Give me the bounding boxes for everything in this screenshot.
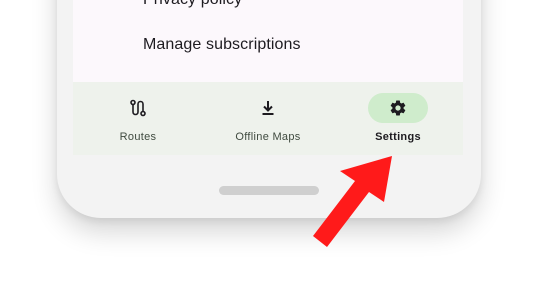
app-screen: Privacy policy Manage subscriptions Rout… — [73, 0, 463, 155]
nav-indicator — [238, 93, 298, 123]
list-item-partial[interactable]: Privacy policy — [143, 0, 242, 9]
nav-label-offline-maps: Offline Maps — [235, 131, 301, 143]
nav-indicator-active — [368, 93, 428, 123]
manage-subscriptions-item[interactable]: Manage subscriptions — [143, 36, 301, 54]
download-icon — [262, 101, 274, 115]
nav-item-offline-maps[interactable]: Offline Maps — [203, 82, 333, 155]
route-icon — [130, 99, 146, 117]
nav-indicator — [108, 93, 168, 123]
screenshot-stage: Privacy policy Manage subscriptions Rout… — [0, 0, 538, 297]
bottom-navigation-bar: Routes Offline Maps Settings — [73, 82, 463, 155]
nav-item-settings[interactable]: Settings — [333, 82, 463, 155]
home-indicator[interactable] — [219, 186, 319, 195]
nav-item-routes[interactable]: Routes — [73, 82, 203, 155]
nav-label-routes: Routes — [119, 131, 157, 143]
nav-label-settings: Settings — [375, 131, 421, 143]
gear-icon — [390, 100, 406, 116]
settings-list: Privacy policy Manage subscriptions — [73, 0, 463, 82]
